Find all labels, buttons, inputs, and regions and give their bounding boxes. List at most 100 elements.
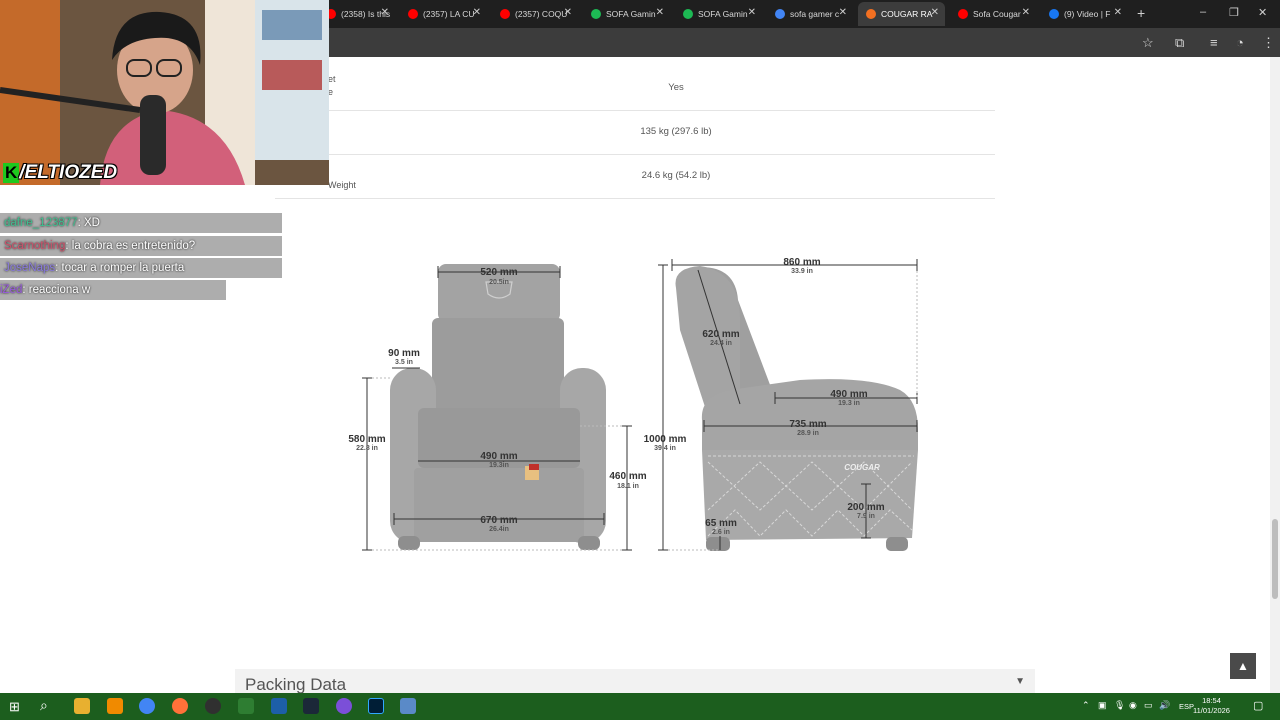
close-tab-icon[interactable]: ✕ [564, 7, 572, 18]
vlc-icon[interactable] [107, 698, 123, 714]
tray-app-icon[interactable]: ◉ [1129, 700, 1137, 711]
dim-seat-height-mm: 460 mm [609, 471, 646, 482]
close-tab-icon[interactable]: ✕ [381, 7, 389, 18]
dim-arm-height-in: 22.8 in [356, 445, 378, 452]
browser-tab[interactable]: COUGAR RA ✕ [858, 2, 945, 26]
tab-favicon-icon [958, 9, 968, 19]
dim-depth-in: 33.9 in [791, 268, 813, 275]
dim-leg-mm: 65 mm [705, 518, 737, 529]
notification-icon[interactable]: ▢ [1253, 699, 1263, 712]
chair-front-view [390, 264, 606, 550]
obs-icon[interactable] [205, 698, 221, 714]
tray-chevron-icon[interactable]: ⌃ [1082, 700, 1090, 711]
chat-text: : tocar a romper la puerta [55, 262, 185, 274]
chair-foot [398, 536, 420, 550]
tab-favicon-icon [1049, 9, 1059, 19]
language-indicator[interactable]: ESP [1179, 702, 1194, 711]
chair-side-arm [701, 379, 918, 450]
dim-seat-depth-mm: 490 mm [830, 389, 867, 400]
clock-time: 18:54 [1202, 696, 1221, 705]
dim-footrest-in: 7.9 in [857, 513, 875, 520]
minimize-button[interactable]: – [1200, 6, 1206, 18]
tab-favicon-icon [775, 9, 785, 19]
chat-text: : la cobra es entretenido? [65, 240, 196, 252]
dim-seat-depth-in: 19.3 in [838, 400, 860, 407]
extensions-icon[interactable]: ⧉ [1175, 35, 1184, 51]
channel-name: /ELTIOZED [19, 162, 118, 183]
network-icon[interactable]: ▭ [1144, 700, 1153, 711]
background-shelf-items [262, 10, 322, 40]
menu-icon[interactable]: ⋮ [1262, 35, 1275, 51]
dim-total-height-in: 39.4 in [654, 445, 676, 452]
browser-tab[interactable]: (2357) COQU ✕ [492, 2, 578, 26]
dim-seat-height-in: 18.1 in [617, 483, 639, 490]
dim-depth-mm: 860 mm [783, 257, 820, 268]
photoshop-icon[interactable] [368, 698, 384, 714]
windows-start-icon[interactable]: ⊞ [9, 699, 20, 715]
tab-favicon-icon [500, 9, 510, 19]
new-tab-button[interactable]: + [1137, 5, 1145, 21]
close-window-button[interactable]: ✕ [1258, 6, 1267, 19]
chair-foot [578, 536, 600, 550]
channel-logo: K [3, 163, 20, 183]
chair-backrest [432, 318, 564, 410]
app-icon[interactable] [238, 698, 254, 714]
media-icon[interactable]: ≡ [1210, 35, 1218, 50]
chat-text: : XD [77, 217, 100, 229]
dim-seat-width-mm: 490 mm [480, 451, 517, 462]
close-tab-icon[interactable]: ✕ [656, 7, 664, 18]
chat-username: iZed [0, 284, 23, 296]
scrollbar-thumb[interactable] [1272, 519, 1278, 599]
tray-app-icon[interactable]: ▣ [1098, 700, 1107, 711]
chat-username: JoseNaps [4, 262, 56, 274]
dim-arm-depth-mm: 735 mm [789, 419, 826, 430]
search-icon[interactable]: ⌕ [40, 697, 48, 714]
file-explorer-icon[interactable] [74, 698, 90, 714]
volume-icon[interactable]: 🔊 [1159, 700, 1170, 711]
close-tab-icon[interactable]: ✕ [748, 7, 756, 18]
chat-message: dafne_123877: XD [0, 213, 282, 233]
firefox-icon[interactable] [172, 698, 188, 714]
chat-username: Scarnothing [4, 240, 66, 252]
close-tab-icon[interactable]: ✕ [473, 7, 481, 18]
close-tab-icon[interactable]: ✕ [931, 7, 939, 18]
clock[interactable]: 18:54 11/01/2026 [1193, 696, 1230, 716]
browser-tab[interactable]: (2358) Is this ✕ [318, 2, 395, 26]
close-tab-icon[interactable]: ✕ [839, 7, 847, 18]
microphone [140, 95, 166, 175]
app-icon[interactable] [271, 698, 287, 714]
dim-footrest-mm: 200 mm [847, 502, 884, 513]
dim-total-width-mm: 670 mm [480, 515, 517, 526]
dim-arm-width-mm: 90 mm [388, 348, 420, 359]
chat-message: iZed: reacciona w [0, 280, 226, 300]
clock-date: 11/01/2026 [1193, 706, 1230, 715]
chevron-down-icon: ▼ [1015, 676, 1025, 687]
browser-tab[interactable]: Sofa Cougar ✕ [950, 2, 1036, 26]
profile-icon[interactable]: ◔ [1236, 35, 1244, 50]
microphone-icon[interactable]: 🎙 [1114, 700, 1125, 711]
pixel-cursor-sprite [525, 464, 539, 480]
windows-taskbar: ⊞ ⌕ ⌃ ▣ 🎙 ◉ ▭ 🔊 ESP 18:54 11/01/2026 ▢ [0, 693, 1280, 720]
browser-tab[interactable]: (2357) LA CU ✕ [400, 2, 487, 26]
star-icon[interactable]: ☆ [1142, 35, 1154, 51]
maximize-button[interactable]: ❐ [1229, 6, 1239, 19]
calculator-icon[interactable] [400, 698, 416, 714]
page-scrollbar[interactable] [1270, 57, 1280, 693]
chair-foot [706, 537, 730, 551]
browser-tab[interactable]: SOFA Gamin ✕ [583, 2, 670, 26]
close-tab-icon[interactable]: ✕ [1114, 7, 1122, 18]
close-tab-icon[interactable]: ✕ [1022, 7, 1030, 18]
browser-tab[interactable]: (9) Video | F ✕ [1041, 2, 1128, 26]
scroll-to-top-button[interactable]: ▲ [1230, 653, 1256, 679]
tab-favicon-icon [591, 9, 601, 19]
discord-icon[interactable] [336, 698, 352, 714]
browser-tab[interactable]: SOFA Gamin ✕ [675, 2, 762, 26]
packing-data-accordion[interactable]: Packing Data ▼ [235, 669, 1035, 693]
steam-icon[interactable] [303, 698, 319, 714]
dim-leg-in: 2.6 in [712, 529, 730, 536]
dim-arm-width-in: 3.5 in [395, 359, 413, 366]
browser-tab[interactable]: sofa gamer c ✕ [767, 2, 853, 26]
webcam-overlay: K /ELTIOZED [0, 0, 329, 185]
chrome-icon[interactable] [139, 698, 155, 714]
packing-data-title: Packing Data [245, 675, 347, 693]
